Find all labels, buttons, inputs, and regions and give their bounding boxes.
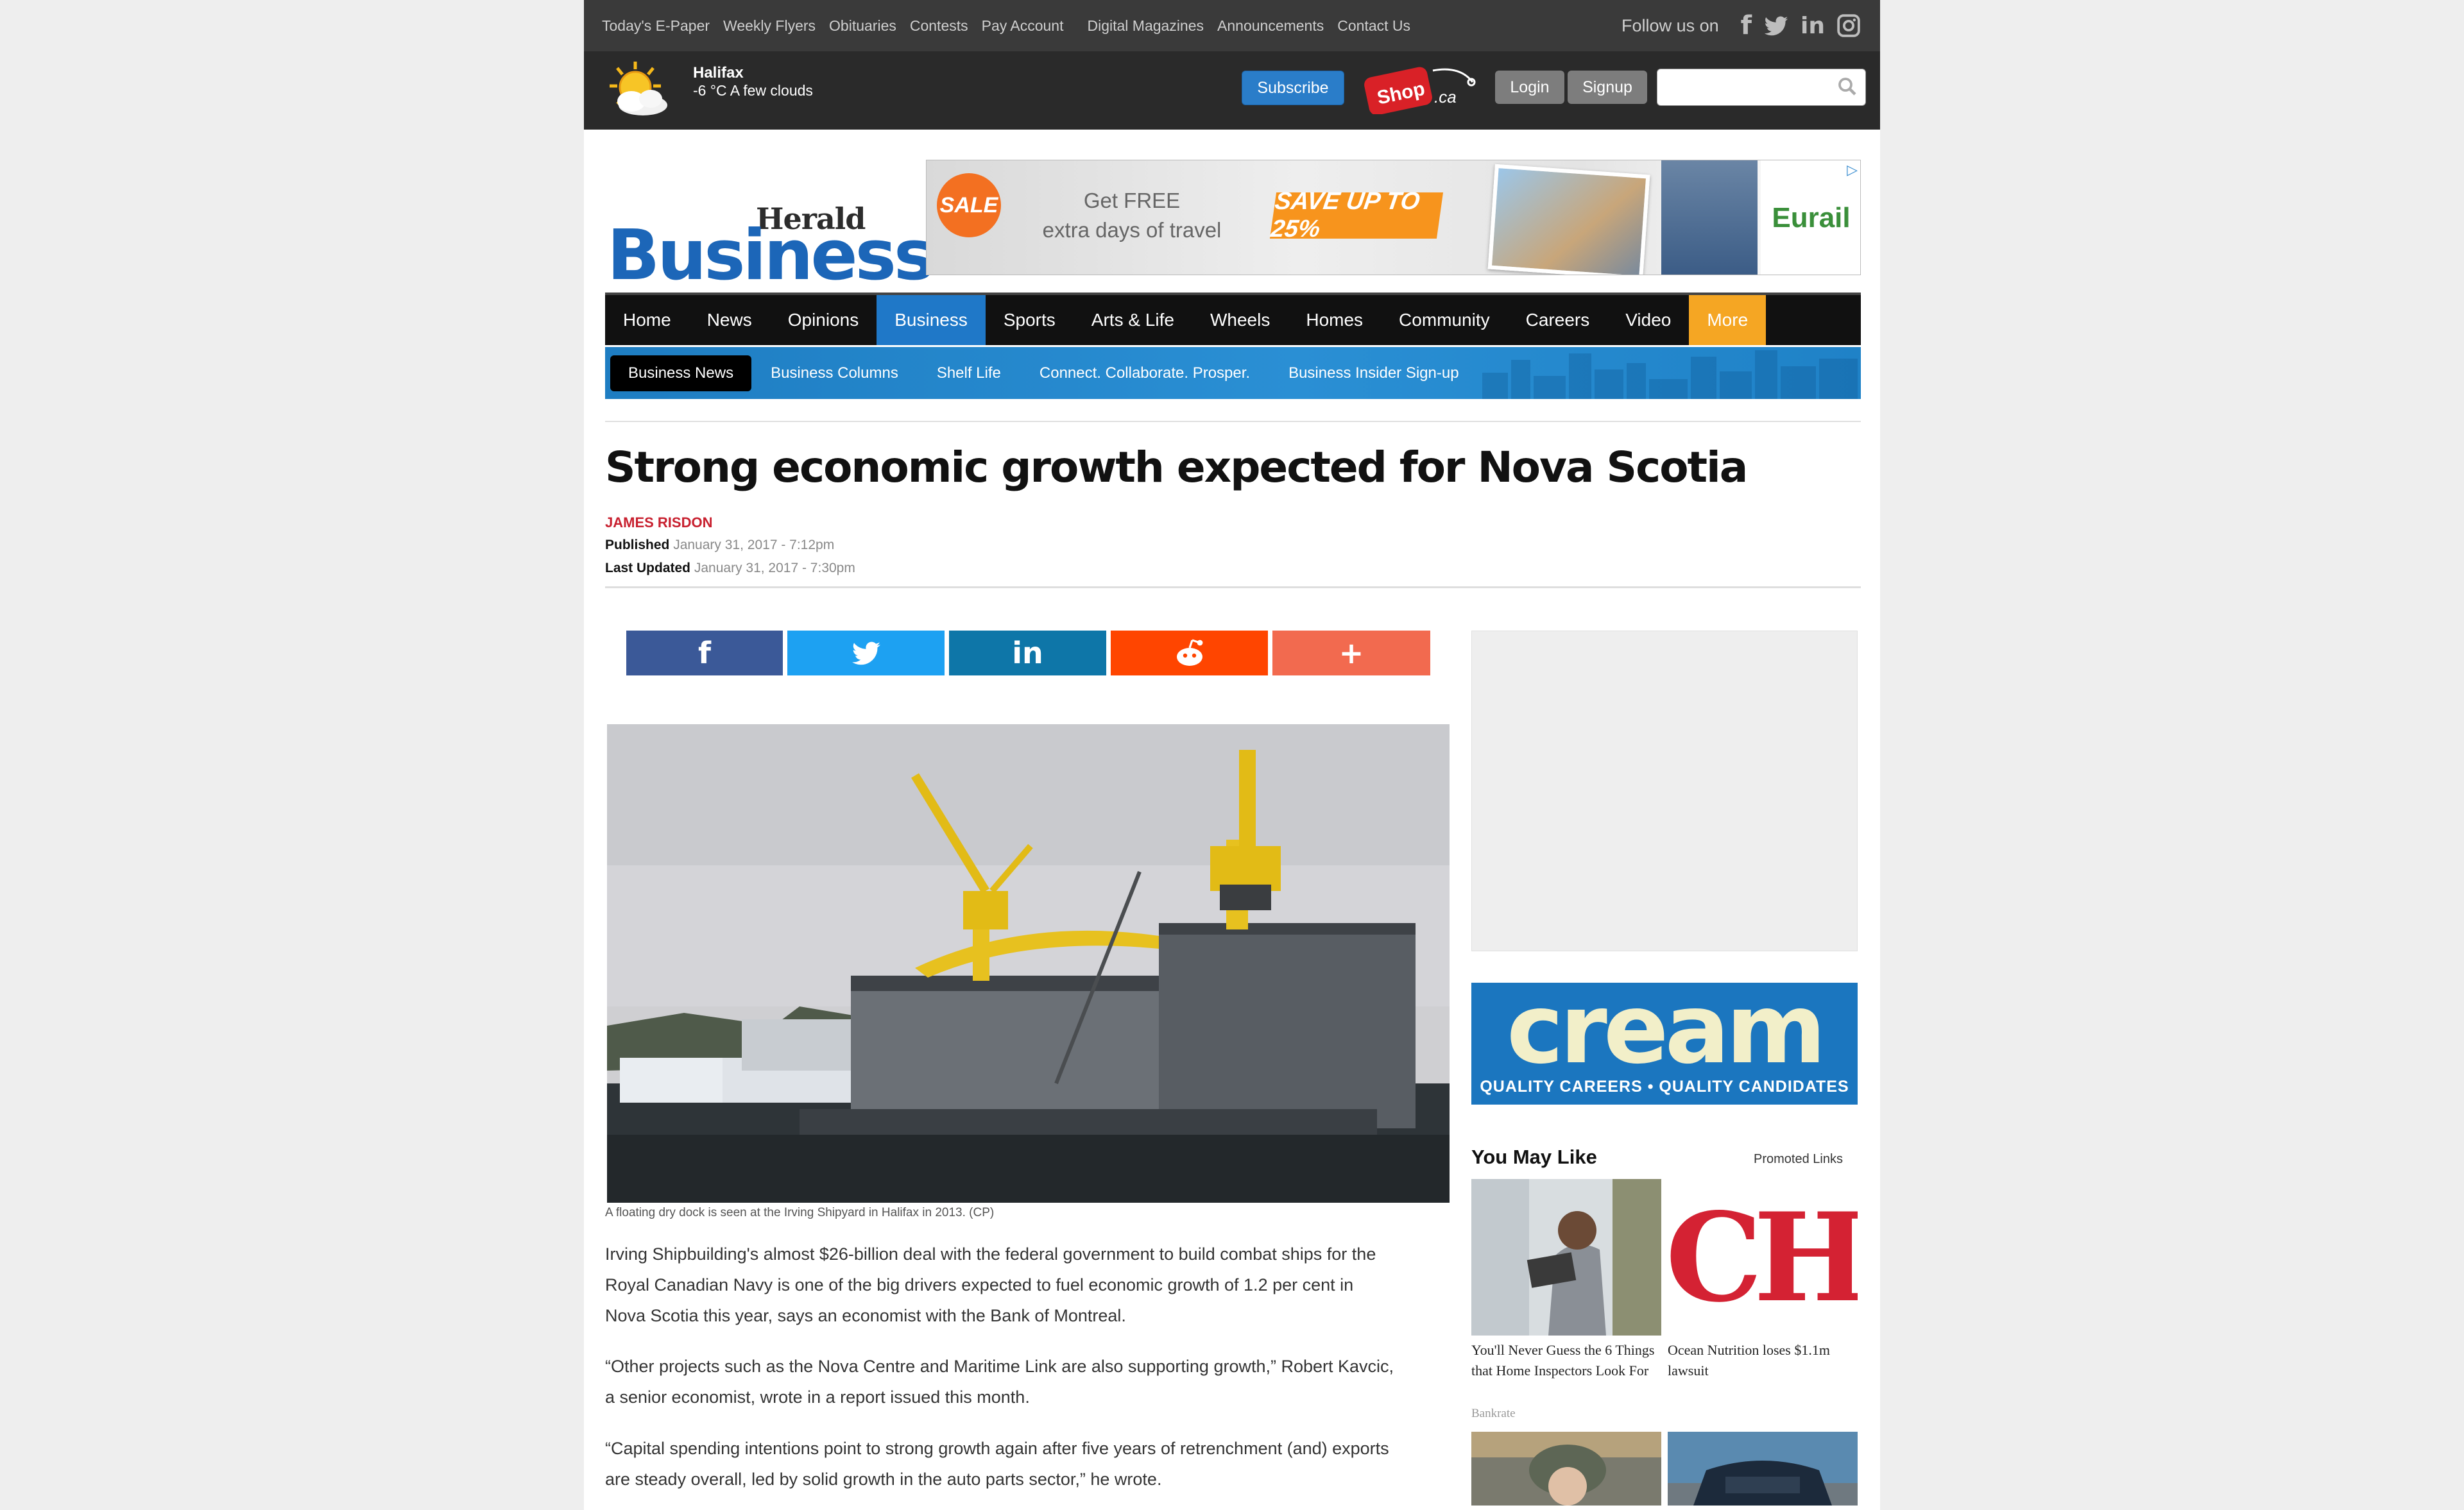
weather-city: Halifax xyxy=(693,64,744,81)
facebook-icon[interactable]: f xyxy=(1741,11,1752,40)
section-sub-nav: Business News Business Columns Shelf Lif… xyxy=(605,347,1861,399)
nav-careers[interactable]: Careers xyxy=(1508,295,1608,345)
share-more-button[interactable]: + xyxy=(1272,631,1430,675)
ad-extra-days: extra days of travel xyxy=(1042,218,1222,242)
ad-brand-logo: Eurail xyxy=(1761,160,1860,275)
ad-banner[interactable]: SALE Get FREE extra days of travel SAVE … xyxy=(926,160,1861,275)
subnav-connect[interactable]: Connect. Collaborate. Prosper. xyxy=(1020,364,1269,382)
share-twitter-button[interactable] xyxy=(787,631,945,675)
share-linkedin-button[interactable]: in xyxy=(949,631,1106,675)
main-nav: Home News Opinions Business Sports Arts … xyxy=(605,293,1861,345)
nav-video[interactable]: Video xyxy=(1607,295,1689,345)
top-link-announcements[interactable]: Announcements xyxy=(1217,17,1324,35)
nav-community[interactable]: Community xyxy=(1381,295,1508,345)
you-may-like-heading: You May Like xyxy=(1471,1146,1597,1168)
page: Today's E-Paper Weekly Flyers Obituaries… xyxy=(584,0,1880,1510)
ad-save-badge: SAVE UP TO 25% xyxy=(1269,188,1444,242)
nav-home[interactable]: Home xyxy=(605,295,689,345)
search-box xyxy=(1657,69,1866,106)
article-author[interactable]: JAMES RISDON xyxy=(605,514,712,531)
nav-arts-life[interactable]: Arts & Life xyxy=(1074,295,1192,345)
top-nav: Today's E-Paper Weekly Flyers Obituaries… xyxy=(602,0,1424,51)
nav-more[interactable]: More xyxy=(1689,295,1767,345)
ad-travel-photo xyxy=(1487,164,1650,275)
follow-us: Follow us on f in xyxy=(1621,0,1861,51)
card-image-ch-logo[interactable]: CH xyxy=(1668,1179,1858,1336)
card-image-soldier[interactable] xyxy=(1471,1432,1661,1506)
linkedin-icon: in xyxy=(1012,636,1043,670)
ad-city-photo xyxy=(1661,160,1758,275)
nav-homes[interactable]: Homes xyxy=(1288,295,1381,345)
subscribe-button[interactable]: Subscribe xyxy=(1242,71,1344,105)
partly-cloudy-icon xyxy=(610,62,667,115)
top-link-contact[interactable]: Contact Us xyxy=(1337,17,1410,35)
share-facebook-button[interactable]: f xyxy=(626,631,783,675)
follow-label: Follow us on xyxy=(1621,15,1719,35)
top-link-digital-magazines[interactable]: Digital Magazines xyxy=(1087,17,1204,35)
published-value: January 31, 2017 - 7:12pm xyxy=(673,538,835,552)
card-title[interactable]: You'll Never Guess the 6 Things that Hom… xyxy=(1471,1340,1664,1381)
nav-business[interactable]: Business xyxy=(877,295,986,345)
top-link-contests[interactable]: Contests xyxy=(910,17,968,35)
twitter-icon[interactable] xyxy=(1763,13,1789,38)
published-label: Published xyxy=(605,538,670,552)
card-source: Bankrate xyxy=(1471,1407,1516,1420)
city-skyline-graphic xyxy=(1482,350,1858,399)
article-paragraph: “Other projects such as the Nova Centre … xyxy=(605,1357,1394,1407)
card-image-inspector[interactable] xyxy=(1471,1179,1661,1336)
ad-get-free: Get FREE xyxy=(1083,189,1181,212)
search-input[interactable] xyxy=(1663,69,1832,104)
ad-offer-text: Get FREE extra days of travel xyxy=(1042,186,1222,245)
top-link-obituaries[interactable]: Obituaries xyxy=(829,17,896,35)
weather-account-bar: Halifax -6 °C A few clouds Subscribe Sho… xyxy=(584,51,1880,130)
card-image-car[interactable] xyxy=(1668,1432,1858,1506)
top-link-flyers[interactable]: Weekly Flyers xyxy=(723,17,816,35)
subnav-business-news[interactable]: Business News xyxy=(610,355,752,391)
subnav-shelf-life[interactable]: Shelf Life xyxy=(918,364,1020,382)
promoted-links-label[interactable]: Promoted Links xyxy=(1754,1152,1843,1167)
weather-condition: -6 °C A few clouds xyxy=(693,82,813,99)
published-date: Published January 31, 2017 - 7:12pm xyxy=(605,538,834,553)
card-title[interactable]: Ocean Nutrition loses $1.1m lawsuit xyxy=(1668,1340,1860,1381)
article-paragraph: “Capital spending intentions point to st… xyxy=(605,1439,1389,1489)
cream-careers-ad[interactable]: cream QUALITY CAREERS • QUALITY CANDIDAT… xyxy=(1471,983,1858,1105)
adchoices-icon[interactable]: ▷ xyxy=(1847,162,1858,178)
ad-sale-badge: SALE xyxy=(937,173,1001,237)
cream-tagline: QUALITY CAREERS • QUALITY CANDIDATES xyxy=(1480,1078,1849,1096)
cream-logo: cream xyxy=(1506,983,1826,1085)
nav-opinions[interactable]: Opinions xyxy=(770,295,877,345)
updated-date: Last Updated January 31, 2017 - 7:30pm xyxy=(605,561,855,576)
article-image[interactable] xyxy=(607,724,1450,1203)
login-button[interactable]: Login xyxy=(1495,71,1564,104)
herald-shop-logo[interactable]: Shop .ca xyxy=(1364,63,1479,114)
nav-wheels[interactable]: Wheels xyxy=(1192,295,1288,345)
share-reddit-button[interactable] xyxy=(1111,631,1268,675)
twitter-icon xyxy=(851,641,880,665)
facebook-icon: f xyxy=(697,636,711,670)
signup-button[interactable]: Signup xyxy=(1568,71,1647,104)
top-link-pay-account[interactable]: Pay Account xyxy=(982,17,1064,35)
updated-label: Last Updated xyxy=(605,561,691,575)
instagram-icon[interactable] xyxy=(1836,13,1861,38)
ch-logo: CH xyxy=(1668,1185,1858,1329)
updated-value: January 31, 2017 - 7:30pm xyxy=(694,561,855,575)
svg-text:.ca: .ca xyxy=(1434,87,1457,106)
subnav-insider-signup[interactable]: Business Insider Sign-up xyxy=(1269,364,1478,382)
sidebar-ad-placeholder[interactable] xyxy=(1471,631,1858,951)
plus-icon: + xyxy=(1339,636,1364,670)
article-headline: Strong economic growth expected for Nova… xyxy=(605,443,1748,492)
top-utility-bar: Today's E-Paper Weekly Flyers Obituaries… xyxy=(584,0,1880,51)
subnav-business-columns[interactable]: Business Columns xyxy=(751,364,918,382)
nav-news[interactable]: News xyxy=(689,295,770,345)
nav-sports[interactable]: Sports xyxy=(986,295,1074,345)
article-paragraph: Irving Shipbuilding's almost $26-billion… xyxy=(605,1244,1376,1325)
search-icon[interactable] xyxy=(1836,75,1859,98)
divider xyxy=(605,421,1861,422)
logo-business: Business xyxy=(607,216,935,296)
top-link-epaper[interactable]: Today's E-Paper xyxy=(602,17,710,35)
linkedin-icon[interactable]: in xyxy=(1801,13,1825,39)
image-caption: A floating dry dock is seen at the Irvin… xyxy=(605,1206,995,1219)
reddit-icon xyxy=(1176,639,1202,666)
divider xyxy=(605,586,1861,588)
